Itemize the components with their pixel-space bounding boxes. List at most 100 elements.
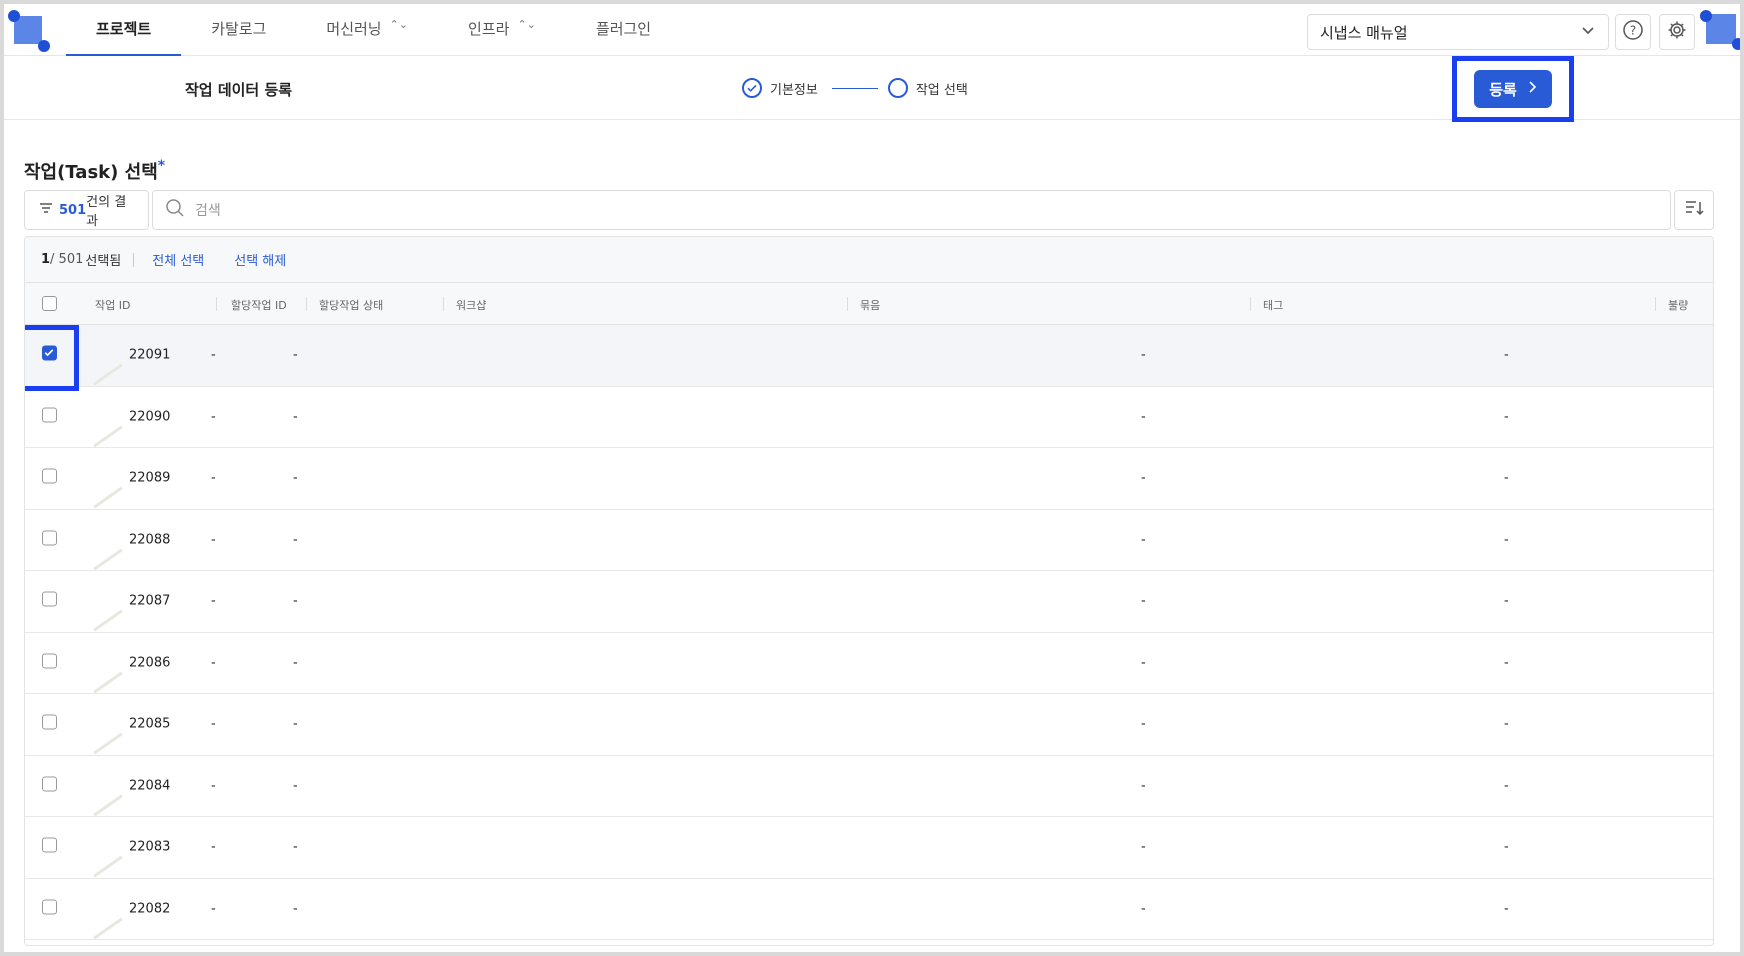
sub-header: 작업 데이터 등록 기본정보 작업 선택 등록 — [4, 56, 1740, 122]
register-button-highlight: 등록 — [1452, 56, 1574, 122]
table-header: 작업 ID 할당작업 ID 할당작업 상태 워크샵 묶음 태그 불량 — [25, 283, 1713, 325]
column-divider — [216, 297, 217, 311]
tab-catalog[interactable]: 카탈로그 — [181, 4, 296, 56]
row-checkbox[interactable] — [42, 899, 57, 918]
col-workshop[interactable]: 워크샵 — [456, 297, 486, 313]
help-button[interactable]: ? — [1615, 14, 1651, 50]
assign-status: - — [293, 778, 298, 794]
col-defect[interactable]: 불량 — [1668, 297, 1688, 313]
tab-plugin[interactable]: 플러그인 — [566, 4, 681, 56]
nav-tabs: 프로젝트 카탈로그 머신러닝 ⌃⌄ 인프라 ⌃⌄ 플러그인 — [66, 4, 681, 56]
task-table: 1 / 501 선택됨 전체 선택 선택 해제 작업 ID 할당작업 ID 할당… — [24, 236, 1714, 946]
task-tag: - — [1141, 655, 1146, 671]
table-row[interactable]: 22088 - - - - — [25, 510, 1713, 571]
task-tag: - — [1141, 470, 1146, 486]
table-row[interactable]: 22087 - - - - — [25, 571, 1713, 633]
row-checkbox[interactable] — [42, 653, 57, 672]
task-defect: - — [1504, 593, 1509, 609]
settings-button[interactable] — [1659, 14, 1695, 50]
assign-status: - — [293, 655, 298, 671]
table-row[interactable]: 22084 - - - - — [25, 756, 1713, 817]
step-select-task: 작업 선택 — [915, 82, 968, 98]
task-id: 22084 — [129, 778, 171, 794]
assign-id: - — [211, 409, 216, 425]
assign-id: - — [211, 901, 216, 917]
svg-text:?: ? — [1630, 24, 1636, 38]
task-defect: - — [1504, 470, 1509, 486]
tab-machine-learning[interactable]: 머신러닝 ⌃⌄ — [296, 4, 438, 56]
row-checkbox[interactable] — [42, 591, 57, 611]
task-id: 22086 — [129, 655, 171, 671]
help-icon: ? — [1622, 19, 1644, 45]
assign-id: - — [211, 716, 216, 732]
col-assign-id[interactable]: 할당작업 ID — [231, 297, 287, 313]
col-task-id[interactable]: 작업 ID — [95, 297, 130, 313]
tab-infra[interactable]: 인프라 ⌃⌄ — [438, 4, 566, 56]
task-id: 22083 — [129, 839, 171, 855]
table-body: 22091- - - -22090- - - -22089- - - -22088- - - -2208… — [25, 325, 1713, 940]
step-connector — [831, 87, 878, 89]
logo[interactable] — [8, 10, 50, 52]
task-tag: - — [1141, 593, 1146, 609]
deselect-link[interactable]: 선택 해제 — [234, 250, 286, 269]
assign-status: - — [293, 593, 298, 609]
task-defect: - — [1504, 347, 1509, 363]
gear-icon — [1666, 19, 1688, 45]
assign-status: - — [293, 901, 298, 917]
assign-status: - — [293, 347, 298, 363]
row-checkbox[interactable] — [42, 837, 57, 857]
avatar[interactable] — [1700, 10, 1740, 50]
row-checkbox[interactable] — [42, 407, 57, 426]
page-title: 작업 데이터 등록 — [185, 81, 293, 99]
select-all-link[interactable]: 전체 선택 — [152, 250, 204, 269]
assign-id: - — [211, 839, 216, 855]
workspace-select[interactable]: 시냅스 매뉴얼 — [1307, 14, 1609, 50]
tab-project[interactable]: 프로젝트 — [66, 4, 182, 56]
table-row[interactable]: 22089 - - - - — [25, 448, 1713, 510]
table-row[interactable]: 22090 - - - - — [25, 387, 1713, 448]
step-basic-info: 기본정보 — [770, 82, 818, 98]
col-tag[interactable]: 태그 — [1263, 297, 1283, 313]
search-input[interactable]: 검색 — [152, 190, 1671, 230]
task-tag: - — [1141, 839, 1146, 855]
assign-status: - — [293, 409, 298, 425]
top-nav: 프로젝트 카탈로그 머신러닝 ⌃⌄ 인프라 ⌃⌄ 플러그인 시냅스 매뉴얼 ? — [4, 4, 1740, 56]
table-row[interactable]: 22086 - - - - — [25, 633, 1713, 694]
table-row[interactable]: 22085 - - - - — [25, 694, 1713, 756]
result-suffix: 건의 결과 — [86, 195, 127, 229]
task-id: 22090 — [129, 409, 171, 425]
filter-button[interactable]: 501 건의 결과 — [24, 190, 149, 230]
task-defect: - — [1504, 409, 1509, 425]
sort-button[interactable] — [1674, 190, 1714, 230]
column-divider — [306, 297, 307, 311]
empty-circle-icon — [887, 78, 908, 98]
table-row[interactable]: 22083 - - - - — [25, 817, 1713, 879]
selected-count: 1 — [41, 252, 51, 267]
selected-label: 선택됨 — [85, 254, 122, 269]
task-id: 22089 — [129, 470, 171, 486]
col-assign-status[interactable]: 할당작업 상태 — [319, 297, 383, 313]
column-divider — [1655, 297, 1656, 311]
header-checkbox[interactable] — [42, 296, 57, 314]
row-checkbox[interactable] — [42, 776, 57, 795]
row-checkbox[interactable] — [42, 530, 57, 549]
task-tag: - — [1141, 347, 1146, 363]
register-button[interactable]: 등록 — [1474, 70, 1552, 108]
sort-icon — [1684, 199, 1704, 221]
task-defect: - — [1504, 716, 1509, 732]
row-checkbox[interactable] — [42, 714, 57, 734]
row-checkbox[interactable] — [42, 468, 57, 488]
table-row[interactable]: 22091 - - - - — [25, 325, 1713, 391]
sort-caret-icon: ⌃⌄ — [389, 18, 409, 31]
table-row[interactable]: 22082 - - - - — [25, 879, 1713, 940]
task-defect: - — [1504, 778, 1509, 794]
column-divider — [847, 297, 848, 311]
check-circle-icon — [742, 78, 762, 98]
stepper: 기본정보 작업 선택 — [742, 78, 968, 98]
task-tag: - — [1141, 532, 1146, 548]
assign-id: - — [211, 778, 216, 794]
assign-status: - — [293, 470, 298, 486]
row-checkbox[interactable] — [42, 345, 57, 365]
required-mark: * — [157, 158, 166, 174]
col-bundle[interactable]: 묶음 — [860, 297, 880, 313]
